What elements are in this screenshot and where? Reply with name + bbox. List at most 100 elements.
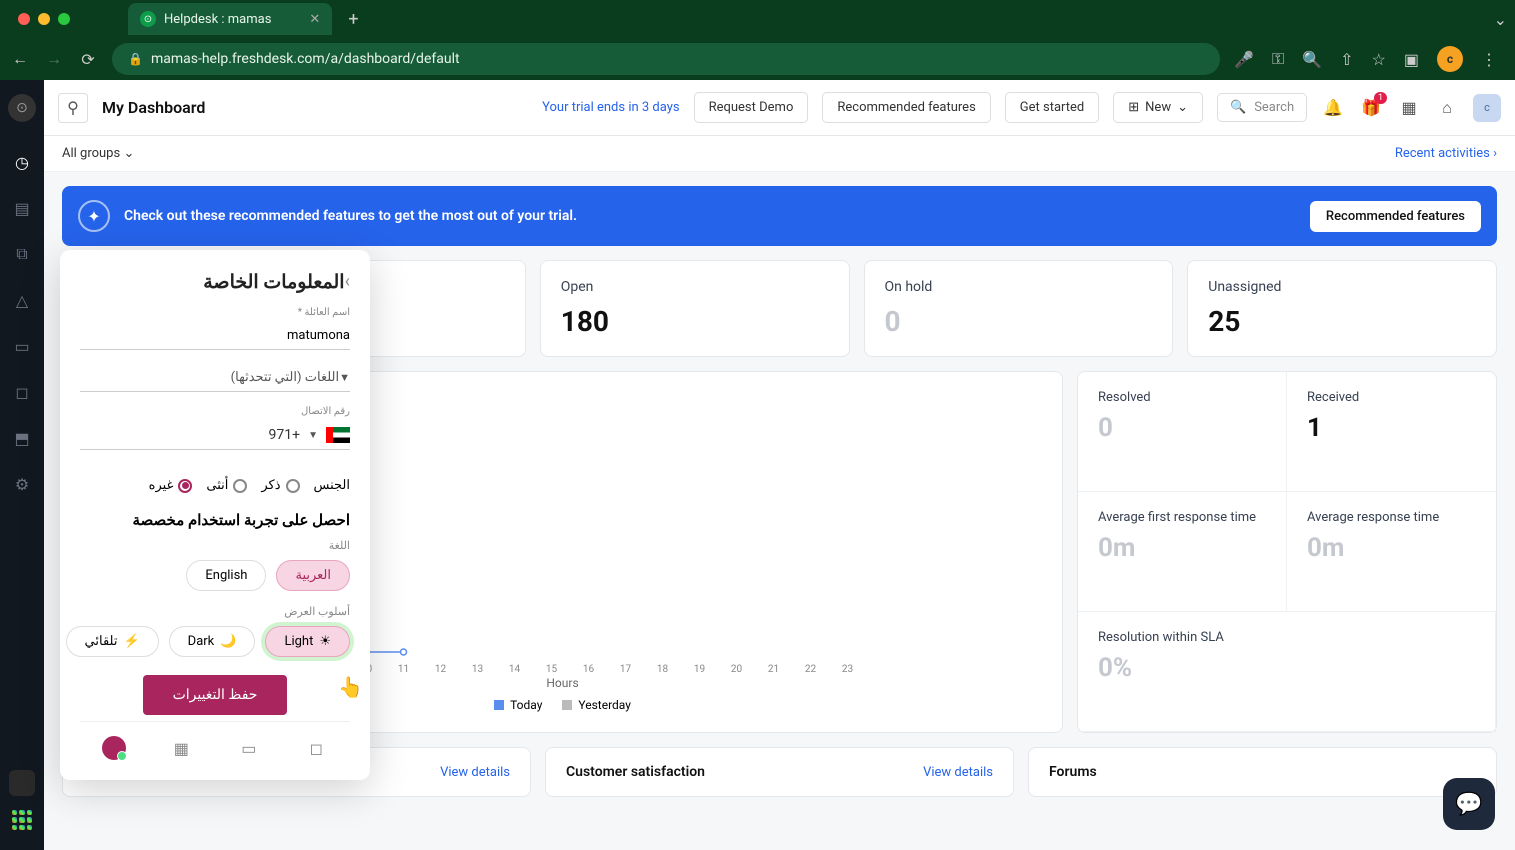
banner-cta-button[interactable]: Recommended features	[1310, 201, 1481, 232]
filter-button[interactable]: ⚲	[58, 93, 88, 123]
experience-section-title: احصل على تجربة استخدام مخصصة	[80, 511, 350, 529]
lang-english-chip[interactable]: English	[186, 560, 266, 591]
gender-radio-group: الجنس ذكر أنثى غيره	[80, 478, 350, 493]
calendar-icon[interactable]: ▦	[1397, 96, 1421, 120]
bottom-card-forums[interactable]: Forums	[1028, 747, 1497, 797]
svg-text:16: 16	[583, 664, 595, 675]
stat-card-unassigned[interactable]: Unassigned 25	[1187, 260, 1497, 357]
new-tab-button[interactable]: +	[348, 9, 358, 30]
nav-solutions-icon[interactable]: ▭	[10, 334, 34, 358]
card-icon[interactable]: ▭	[237, 736, 261, 760]
svg-text:17: 17	[620, 664, 632, 675]
window-controls[interactable]	[8, 13, 80, 25]
user-avatar[interactable]: c	[1473, 94, 1501, 122]
side-nav: ⊙ ◷ ▤ ⧉ △ ▭ ◻ ⬒ ⚙	[0, 80, 44, 850]
window-icon[interactable]: ◻	[304, 736, 328, 760]
overlay-title: المعلومات الخاصة	[80, 270, 345, 293]
svg-text:23: 23	[842, 664, 853, 675]
menu-icon[interactable]: ⋮	[1481, 50, 1497, 69]
search-icon: 🔍	[1230, 100, 1246, 115]
phone-input[interactable]: ▼ +971	[80, 421, 350, 450]
side-stats-panel: Resolved 0 Received 1 Average first resp…	[1077, 371, 1497, 733]
moon-icon: 🌙	[220, 634, 236, 649]
nav-analytics-icon[interactable]: ⬒	[10, 426, 34, 450]
gender-other-option[interactable]: غيره	[149, 478, 193, 493]
browser-tab[interactable]: ⊙ Helpdesk : mamas ✕	[128, 3, 332, 35]
grid-icon[interactable]: ▦	[169, 736, 193, 760]
groups-dropdown[interactable]: All groups ⌄	[62, 146, 134, 161]
notifications-icon[interactable]: 🔔	[1321, 96, 1345, 120]
language-label: اللغة	[80, 539, 350, 552]
lang-arabic-chip[interactable]: العربية	[276, 560, 350, 591]
gender-male-option[interactable]: ذكر	[261, 478, 299, 493]
recent-activities-link[interactable]: Recent activities ›	[1395, 146, 1497, 161]
nav-admin-icon[interactable]: ⚙	[10, 472, 34, 496]
recommended-features-button[interactable]: Recommended features	[822, 92, 990, 123]
nav-contacts-icon[interactable]: ⧉	[10, 242, 34, 266]
zoom-icon[interactable]: 🔍	[1302, 50, 1322, 69]
side-stat-first-response[interactable]: Average first response time 0m	[1078, 492, 1287, 612]
gender-female-option[interactable]: أنثى	[206, 478, 247, 493]
trial-notice[interactable]: Your trial ends in 3 days	[542, 100, 679, 115]
nav-social-icon[interactable]: △	[10, 288, 34, 312]
bottom-card-csat[interactable]: Customer satisfaction View details	[545, 747, 1014, 797]
nav-tickets-icon[interactable]: ▤	[10, 196, 34, 220]
svg-text:20: 20	[731, 664, 743, 675]
marketplace-icon[interactable]: ⌂	[1435, 96, 1459, 120]
profile-overlay: المعلومات الخاصة ‹ اسم العائلة * ▼ اللغا…	[60, 250, 370, 780]
back-button[interactable]: ←	[10, 49, 30, 69]
view-details-link[interactable]: View details	[923, 765, 993, 780]
side-stat-resolved[interactable]: Resolved 0	[1078, 372, 1287, 492]
svg-text:12: 12	[435, 664, 447, 675]
languages-select[interactable]: ▼ اللغات (التي تتحدثها)	[80, 364, 350, 392]
stat-card-open[interactable]: Open 180	[540, 260, 850, 357]
svg-text:14: 14	[509, 664, 521, 675]
banner-text: Check out these recommended features to …	[124, 208, 577, 224]
nav-forums-icon[interactable]: ◻	[10, 380, 34, 404]
svg-text:19: 19	[694, 664, 705, 675]
nav-chat-icon[interactable]	[9, 770, 35, 796]
new-button[interactable]: ⊞ New ⌄	[1113, 92, 1203, 123]
request-demo-button[interactable]: Request Demo	[694, 92, 809, 123]
side-stat-received[interactable]: Received 1	[1287, 372, 1496, 492]
gift-icon[interactable]: 🎁1	[1359, 96, 1383, 120]
stat-card-on-hold[interactable]: On hold 0	[864, 260, 1174, 357]
sub-bar: All groups ⌄ Recent activities ›	[44, 136, 1515, 172]
chat-fab-button[interactable]: 💬	[1443, 778, 1495, 830]
theme-auto-chip[interactable]: تلقائي ⚡	[66, 626, 159, 657]
side-stat-avg-response[interactable]: Average response time 0m	[1287, 492, 1496, 612]
nav-dashboard-icon[interactable]: ◷	[10, 150, 34, 174]
view-details-link[interactable]: View details	[440, 765, 510, 780]
profile-avatar[interactable]: c	[1437, 46, 1463, 72]
app-logo[interactable]: ⊙	[8, 94, 36, 122]
address-bar[interactable]: 🔒 mamas-help.freshdesk.com/a/dashboard/d…	[112, 43, 1220, 75]
url-text: mamas-help.freshdesk.com/a/dashboard/def…	[151, 51, 460, 67]
footer-avatar[interactable]	[102, 736, 126, 760]
bolt-icon: ⚡	[123, 634, 139, 649]
theme-light-chip[interactable]: Light ☀	[265, 626, 350, 657]
mic-icon[interactable]: 🎤	[1234, 50, 1254, 69]
key-icon[interactable]: ⚿	[1272, 49, 1284, 69]
phone-label: رقم الاتصال	[80, 406, 350, 417]
apps-grid-icon[interactable]	[12, 810, 32, 830]
extensions-icon[interactable]: ▣	[1404, 50, 1419, 69]
chevron-down-icon[interactable]: ▼	[308, 430, 318, 441]
back-chevron-icon[interactable]: ‹	[345, 271, 350, 292]
save-button[interactable]: حفظ التغييرات	[143, 675, 288, 715]
tab-dropdown-icon[interactable]: ⌄	[1494, 10, 1507, 29]
side-stat-sla[interactable]: Resolution within SLA 0%	[1078, 612, 1496, 732]
chevron-down-icon: ▼	[339, 371, 350, 384]
theme-dark-chip[interactable]: Dark 🌙	[169, 626, 256, 657]
top-bar: ⚲ My Dashboard Your trial ends in 3 days…	[44, 80, 1515, 136]
svg-text:22: 22	[805, 664, 817, 675]
forward-button[interactable]: →	[44, 49, 64, 69]
family-name-input[interactable]	[80, 322, 350, 350]
bookmark-icon[interactable]: ☆	[1372, 50, 1386, 69]
theme-label: أسلوب العرض	[80, 605, 350, 618]
close-tab-icon[interactable]: ✕	[309, 12, 320, 27]
search-input[interactable]: 🔍 Search	[1217, 93, 1307, 122]
svg-text:21: 21	[768, 664, 779, 675]
get-started-button[interactable]: Get started	[1005, 92, 1099, 123]
reload-button[interactable]: ⟳	[78, 49, 98, 69]
share-icon[interactable]: ⇧	[1340, 50, 1353, 69]
